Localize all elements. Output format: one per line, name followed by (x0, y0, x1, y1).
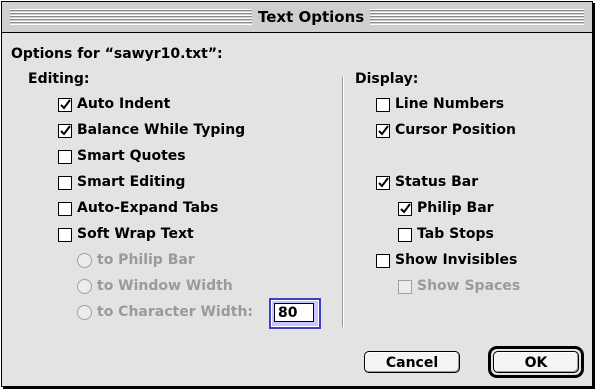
check-mark-icon (400, 203, 411, 214)
checkbox-box[interactable] (376, 254, 390, 268)
window-title: Text Options (252, 7, 371, 27)
cancel-button[interactable]: Cancel (364, 351, 460, 373)
checkbox-box[interactable] (58, 176, 72, 190)
checkbox-label[interactable]: Auto Indent (77, 95, 170, 113)
radio-label[interactable]: to Window Width (97, 277, 233, 295)
checkbox-box[interactable] (58, 150, 72, 164)
title-bar[interactable]: Text Options (2, 2, 592, 33)
checkbox-label[interactable]: Smart Quotes (77, 147, 186, 165)
checkbox-box[interactable] (398, 280, 412, 294)
checkbox-box[interactable] (58, 228, 72, 242)
check-mark-icon (60, 125, 71, 136)
check-mark-icon (378, 125, 389, 136)
radio-label[interactable]: to Character Width: (97, 303, 253, 321)
checkbox-label[interactable]: Balance While Typing (77, 121, 245, 139)
checkbox-box[interactable] (398, 228, 412, 242)
checkbox-label[interactable]: Philip Bar (417, 199, 494, 217)
checkbox-box[interactable] (398, 202, 412, 216)
text-options-dialog: Text Options Options for “sawyr10.txt”: … (1, 1, 593, 387)
options-header: Options for “sawyr10.txt”: (11, 46, 223, 62)
character-width-field-frame (269, 298, 321, 329)
checkbox-label[interactable]: Tab Stops (417, 225, 494, 243)
ok-button[interactable]: OK (493, 351, 579, 373)
checkbox-label[interactable]: Auto-Expand Tabs (77, 199, 218, 217)
check-mark-icon (378, 177, 389, 188)
checkbox-label[interactable]: Show Invisibles (395, 251, 517, 269)
checkbox-box[interactable] (58, 98, 72, 112)
checkbox-label[interactable]: Line Numbers (395, 95, 504, 113)
radio-button[interactable] (77, 253, 92, 268)
radio-label[interactable]: to Philip Bar (97, 251, 195, 269)
checkbox-box[interactable] (58, 202, 72, 216)
checkbox-label[interactable]: Smart Editing (77, 173, 185, 191)
checkbox-label[interactable]: Soft Wrap Text (77, 225, 194, 243)
radio-button[interactable] (77, 279, 92, 294)
checkbox-label[interactable]: Show Spaces (417, 277, 520, 295)
character-width-input[interactable] (274, 303, 314, 322)
checkbox-box[interactable] (376, 98, 390, 112)
checkbox-box[interactable] (58, 124, 72, 138)
editing-label: Editing: (28, 71, 90, 87)
check-mark-icon (60, 99, 71, 110)
column-divider (342, 77, 343, 327)
display-label: Display: (355, 71, 419, 87)
checkbox-box[interactable] (376, 176, 390, 190)
checkbox-box[interactable] (376, 124, 390, 138)
radio-button[interactable] (77, 305, 92, 320)
checkbox-label[interactable]: Status Bar (395, 173, 478, 191)
checkbox-label[interactable]: Cursor Position (395, 121, 516, 139)
